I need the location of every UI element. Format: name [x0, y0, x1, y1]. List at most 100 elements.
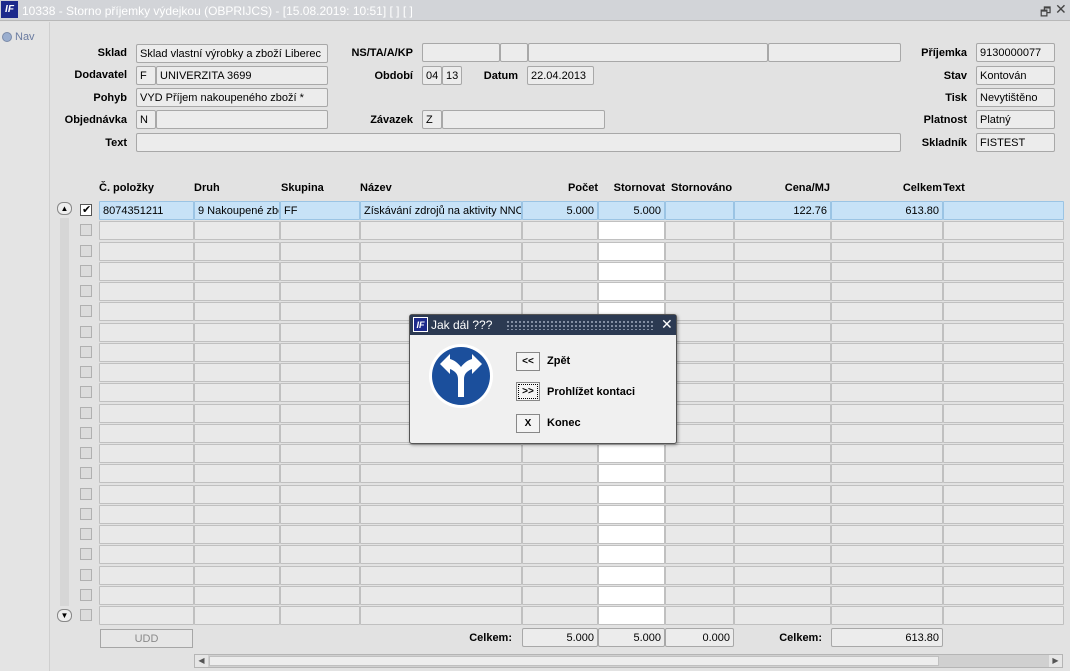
cell-stornovat[interactable]	[598, 444, 665, 463]
cell-nazev[interactable]	[360, 464, 522, 483]
col-header-skupina[interactable]: Skupina	[281, 182, 324, 194]
cell-nazev[interactable]	[360, 545, 522, 564]
cell-cena[interactable]	[734, 525, 831, 544]
cell-stornovat[interactable]	[598, 282, 665, 301]
cell-druh[interactable]	[194, 505, 280, 524]
cell-druh[interactable]	[194, 363, 280, 382]
cell-skupina[interactable]	[280, 404, 360, 423]
cell-stornovano[interactable]	[665, 464, 734, 483]
col-header-nazev[interactable]: Název	[360, 182, 392, 194]
cell-stornovat[interactable]	[598, 262, 665, 281]
cell-text[interactable]	[943, 404, 1064, 423]
zpet-button[interactable]: <<	[516, 352, 540, 371]
cell-pocet[interactable]	[522, 566, 598, 585]
cell-druh[interactable]	[194, 221, 280, 240]
cell-nazev[interactable]	[360, 242, 522, 261]
cell-pocet[interactable]	[522, 464, 598, 483]
cell-stornovat[interactable]	[598, 221, 665, 240]
prohlizet-kontaci-button[interactable]: >>	[516, 382, 540, 401]
cell-celkem[interactable]	[831, 566, 943, 585]
restore-icon[interactable]: 🗗	[1040, 3, 1051, 24]
skladnik-field[interactable]: FISTEST	[976, 133, 1055, 152]
scroll-up-icon[interactable]: ▲	[57, 202, 72, 215]
cell-text[interactable]	[943, 566, 1064, 585]
cell-text[interactable]	[943, 383, 1064, 402]
cell-celkem[interactable]	[831, 545, 943, 564]
konec-button[interactable]: X	[516, 414, 540, 433]
cell-text[interactable]	[943, 424, 1064, 443]
table-row[interactable]: 80743512119 Nakoupené zbožíFFZískávání z…	[99, 201, 1064, 220]
cell-stornovat[interactable]	[598, 485, 665, 504]
cell-nazev[interactable]	[360, 525, 522, 544]
cell-skupina[interactable]	[280, 221, 360, 240]
cell-skupina[interactable]	[280, 606, 360, 625]
cell-cena[interactable]	[734, 485, 831, 504]
obdobi-month-field[interactable]: 04	[422, 66, 442, 85]
text-field[interactable]	[136, 133, 901, 152]
cell-text[interactable]	[943, 363, 1064, 382]
cell-cislo[interactable]	[99, 464, 194, 483]
cell-cena[interactable]	[734, 566, 831, 585]
datum-field[interactable]: 22.04.2013	[527, 66, 594, 85]
table-row[interactable]	[99, 606, 1064, 625]
cell-text[interactable]	[943, 201, 1064, 220]
col-header-stornovano[interactable]: Stornováno	[671, 182, 732, 194]
cell-skupina[interactable]	[280, 323, 360, 342]
cell-text[interactable]	[943, 343, 1064, 362]
cell-druh[interactable]	[194, 606, 280, 625]
row-checkbox[interactable]	[80, 245, 92, 257]
cell-text[interactable]	[943, 464, 1064, 483]
platnost-field[interactable]: Platný	[976, 110, 1055, 129]
cell-skupina[interactable]	[280, 262, 360, 281]
cell-celkem[interactable]	[831, 606, 943, 625]
cell-druh[interactable]	[194, 302, 280, 321]
cell-stornovano[interactable]	[665, 282, 734, 301]
cell-pocet[interactable]	[522, 444, 598, 463]
row-checkbox[interactable]	[80, 305, 92, 317]
table-row[interactable]	[99, 262, 1064, 281]
cell-stornovat[interactable]	[598, 566, 665, 585]
cell-celkem[interactable]	[831, 383, 943, 402]
cell-nazev[interactable]	[360, 586, 522, 605]
row-checkbox[interactable]	[80, 508, 92, 520]
cell-nazev[interactable]	[360, 221, 522, 240]
cell-celkem[interactable]	[831, 464, 943, 483]
cell-druh[interactable]	[194, 404, 280, 423]
cell-celkem[interactable]	[831, 343, 943, 362]
cell-cislo[interactable]	[99, 424, 194, 443]
cell-cislo[interactable]	[99, 363, 194, 382]
cell-cena[interactable]	[734, 221, 831, 240]
nav-radio-icon[interactable]	[2, 32, 12, 42]
cell-pocet[interactable]: 5.000	[522, 201, 598, 220]
cell-text[interactable]	[943, 242, 1064, 261]
cell-nazev[interactable]	[360, 262, 522, 281]
scroll-down-icon[interactable]: ▼	[57, 609, 72, 622]
row-checkbox[interactable]	[80, 326, 92, 338]
tisk-field[interactable]: Nevytištěno	[976, 88, 1055, 107]
cell-text[interactable]	[943, 586, 1064, 605]
cell-stornovat[interactable]	[598, 525, 665, 544]
ns-field-2[interactable]	[500, 43, 528, 62]
horizontal-scroll-thumb[interactable]	[209, 656, 939, 666]
cell-druh[interactable]	[194, 262, 280, 281]
cell-celkem[interactable]	[831, 323, 943, 342]
zavazek-code-field[interactable]: Z	[422, 110, 442, 129]
cell-cena[interactable]: 122.76	[734, 201, 831, 220]
cell-cena[interactable]	[734, 383, 831, 402]
cell-pocet[interactable]	[522, 606, 598, 625]
cell-celkem[interactable]	[831, 302, 943, 321]
table-row[interactable]	[99, 545, 1064, 564]
cell-cislo[interactable]	[99, 485, 194, 504]
cell-stornovano[interactable]	[665, 505, 734, 524]
cell-skupina[interactable]	[280, 282, 360, 301]
cell-nazev[interactable]	[360, 505, 522, 524]
row-checkbox[interactable]	[80, 548, 92, 560]
ns-field-3[interactable]	[528, 43, 768, 62]
cell-stornovano[interactable]	[665, 586, 734, 605]
row-checkbox[interactable]	[80, 386, 92, 398]
cell-druh[interactable]	[194, 282, 280, 301]
cell-druh[interactable]: 9 Nakoupené zboží	[194, 201, 280, 220]
cell-text[interactable]	[943, 485, 1064, 504]
row-checkbox[interactable]	[80, 203, 92, 216]
ns-field-4[interactable]	[768, 43, 901, 62]
